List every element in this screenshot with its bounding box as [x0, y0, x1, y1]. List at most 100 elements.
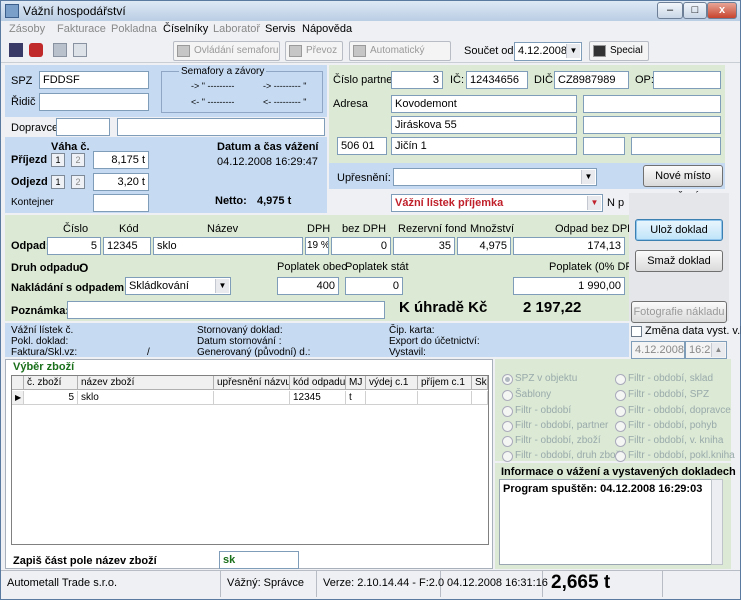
- truck-icon[interactable]: [29, 43, 43, 57]
- chevron-down-icon[interactable]: ▼: [581, 170, 595, 184]
- spz-input[interactable]: FDDSF: [39, 71, 149, 89]
- auto-provoz-button[interactable]: Automatický provoz: [349, 41, 451, 74]
- filter-obdobi-zbozi[interactable]: Filtr - období, zboží: [502, 435, 601, 447]
- minimize-button[interactable]: –: [657, 2, 683, 19]
- odjezd-weight[interactable]: 3,20 t: [93, 173, 149, 191]
- semafor-4[interactable]: <- --------- ": [263, 97, 306, 107]
- prijezd-vaha-2[interactable]: 2: [71, 153, 85, 167]
- filter-obdobi-pohyb[interactable]: Filtr - období, pohyb: [615, 420, 717, 432]
- grid-header-mj[interactable]: MJ: [346, 376, 366, 390]
- chevron-down-icon[interactable]: ▼: [587, 196, 601, 210]
- cislo-partnera-input[interactable]: 3: [391, 71, 443, 89]
- info-log-box[interactable]: Program spuštěn: 04.12.2008 16:29:03: [499, 479, 721, 565]
- adresa-2b[interactable]: [583, 116, 721, 134]
- grid-header-upresneni[interactable]: upřesnění názvu: [214, 376, 290, 390]
- op-input[interactable]: [653, 71, 721, 89]
- table-cell-nazev[interactable]: sklo: [78, 391, 214, 405]
- filter-obdobi-partner[interactable]: Filtr - období, partner: [502, 420, 608, 432]
- dopravce-name[interactable]: [117, 118, 325, 136]
- nove-misto-button[interactable]: Nové místo určení: [643, 165, 723, 202]
- poplatek-obec[interactable]: 400: [277, 277, 339, 295]
- menu-pokladna[interactable]: Pokladna: [111, 23, 157, 35]
- spinner-icon[interactable]: ▲: [711, 343, 725, 357]
- chevron-down-icon[interactable]: ▼: [215, 279, 229, 293]
- mesto-extra-1[interactable]: [583, 137, 625, 155]
- maximize-button[interactable]: □: [683, 2, 707, 19]
- table-cell-sk[interactable]: [472, 391, 488, 405]
- grid-header-cislo[interactable]: č. zboží: [24, 376, 78, 390]
- odpad-bez[interactable]: 174,13: [513, 237, 625, 255]
- odpad-kod[interactable]: 12345: [103, 237, 151, 255]
- chevron-down-icon[interactable]: ▼: [566, 44, 580, 58]
- filter-obdobi-druh[interactable]: Filtr - období, druh zboží: [502, 450, 623, 462]
- table-cell-upresneni[interactable]: [214, 391, 290, 405]
- calculator-icon[interactable]: [53, 43, 67, 57]
- odpad-nazev[interactable]: sklo: [153, 237, 303, 255]
- scale-icon[interactable]: [73, 43, 87, 57]
- odpad-bezdph[interactable]: 0: [331, 237, 391, 255]
- menu-servis[interactable]: Servis: [265, 23, 296, 35]
- grid-header-sk[interactable]: Sk: [472, 376, 488, 390]
- grid-header-kod[interactable]: kód odpadu: [290, 376, 346, 390]
- zapis-input[interactable]: sk: [219, 551, 299, 569]
- table-cell-kod[interactable]: 12345: [290, 391, 346, 405]
- dopravce-code[interactable]: [56, 118, 110, 136]
- table-cell-mj[interactable]: t: [346, 391, 366, 405]
- ridic-input[interactable]: [39, 93, 149, 111]
- filter-obdobi[interactable]: Filtr - období: [502, 405, 571, 417]
- table-cell-prijem[interactable]: [418, 391, 472, 405]
- zbozi-grid[interactable]: č. zboží název zboží upřesnění názvu kód…: [11, 375, 489, 545]
- psc-input[interactable]: 506 01: [337, 137, 387, 155]
- poplatek-dph[interactable]: 1 990,00: [513, 277, 625, 295]
- grid-header-prijem[interactable]: příjem c.1: [418, 376, 472, 390]
- prevoz-button[interactable]: Převoz: [285, 41, 343, 61]
- filter-spz-v-objektu[interactable]: SPZ v objektu: [502, 373, 577, 385]
- smaz-doklad-button[interactable]: Smaž doklad: [635, 250, 723, 272]
- odjezd-vaha-2[interactable]: 2: [71, 175, 85, 189]
- row-selector-icon[interactable]: ▶: [12, 391, 24, 405]
- odpad-mnozstvi[interactable]: 4,975: [457, 237, 511, 255]
- fotografie-button[interactable]: Fotografie nákladu: [631, 301, 727, 323]
- adresa-1[interactable]: Kovodemont: [391, 95, 577, 113]
- info-log-scrollbar[interactable]: [711, 479, 723, 565]
- filter-obdobi-poklkniha[interactable]: Filtr - období, pokl.kniha: [615, 450, 735, 462]
- menu-napoveda[interactable]: Nápověda: [302, 23, 352, 35]
- kontejner-input[interactable]: [93, 194, 149, 212]
- table-cell-cislo[interactable]: 5: [24, 391, 78, 405]
- menu-ciselniky[interactable]: Číselníky: [163, 23, 208, 35]
- filter-obdobi-spz[interactable]: Filtr - období, SPZ: [615, 389, 709, 401]
- semafor-2[interactable]: -> --------- ": [263, 81, 306, 91]
- close-button[interactable]: x: [707, 2, 737, 19]
- menu-fakturace[interactable]: Fakturace: [57, 23, 106, 35]
- chart-icon[interactable]: [9, 43, 23, 57]
- semafor-button[interactable]: Ovládání semaforu: [173, 41, 280, 61]
- mesto-input[interactable]: Jičín 1: [391, 137, 577, 155]
- upresneni-select[interactable]: ▼: [393, 168, 597, 186]
- dic-input[interactable]: CZ8987989: [554, 71, 629, 89]
- uloz-doklad-button[interactable]: Ulož doklad: [635, 219, 723, 241]
- semafor-1[interactable]: -> " ---------: [191, 81, 234, 91]
- prijezd-weight[interactable]: 8,175 t: [93, 151, 149, 169]
- poznamka-input[interactable]: [67, 301, 385, 319]
- grid-header-nazev[interactable]: název zboží: [78, 376, 214, 390]
- ic-input[interactable]: 12434656: [466, 71, 528, 89]
- odpad-dph[interactable]: 19 %: [305, 237, 329, 255]
- filter-obdobi-vkniha[interactable]: Filtr - období, v. kniha: [615, 435, 723, 447]
- semafor-3[interactable]: <- " ---------: [191, 97, 234, 107]
- odpad-cislo[interactable]: 5: [47, 237, 101, 255]
- odjezd-vaha-1[interactable]: 1: [51, 175, 65, 189]
- menu-laborator[interactable]: Laboratoř: [213, 23, 260, 35]
- grid-header-vydej[interactable]: výdej c.1: [366, 376, 418, 390]
- soucet-date[interactable]: 4.12.2008 ▼: [514, 42, 582, 61]
- zmena-time[interactable]: 16:29 ▲: [685, 341, 727, 359]
- prijezd-vaha-1[interactable]: 1: [51, 153, 65, 167]
- poplatek-stat[interactable]: 0: [345, 277, 403, 295]
- menu-zasoby[interactable]: Zásoby: [9, 23, 45, 35]
- zmena-date[interactable]: 4.12.2008: [631, 341, 685, 359]
- filter-sablony[interactable]: Šablony: [502, 389, 551, 401]
- mesto-extra-2[interactable]: [631, 137, 721, 155]
- nakladani-select[interactable]: Skládkování ▼: [125, 277, 231, 295]
- table-cell-vydej[interactable]: [366, 391, 418, 405]
- zmena-checkbox[interactable]: [631, 326, 642, 337]
- odpad-rezervni[interactable]: 35: [393, 237, 455, 255]
